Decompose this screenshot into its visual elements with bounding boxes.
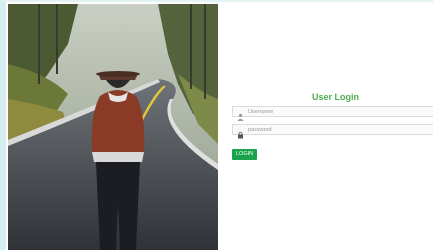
login-form: User Login LOGIN [232, 92, 433, 160]
username-field[interactable] [232, 106, 433, 121]
login-title: User Login [311, 92, 359, 102]
password-input[interactable] [248, 125, 428, 134]
lock-icon [237, 126, 244, 139]
hero-photo [8, 4, 218, 250]
login-button[interactable]: LOGIN [232, 149, 258, 160]
username-input[interactable] [248, 107, 428, 116]
user-icon [237, 108, 244, 121]
password-field[interactable] [232, 124, 433, 139]
login-page: User Login LOGIN [0, 0, 433, 250]
